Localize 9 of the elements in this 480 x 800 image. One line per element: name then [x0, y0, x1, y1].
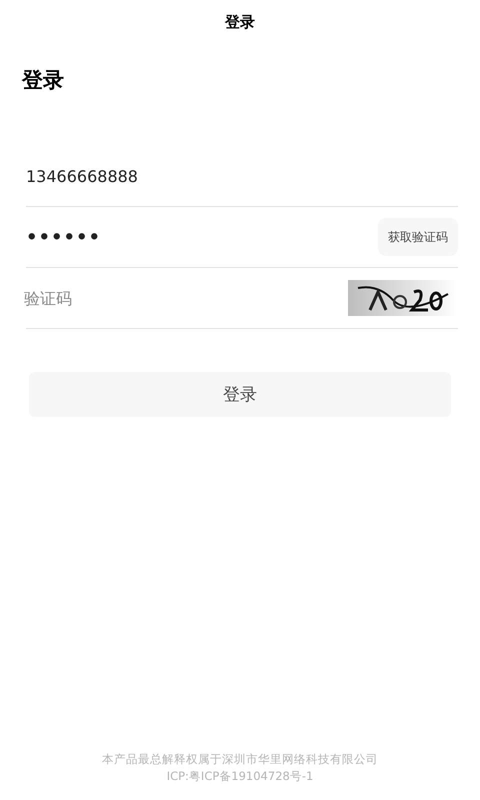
captcha-field[interactable]: 验证码 — [24, 283, 348, 313]
phone-field[interactable]: 13466668888 — [26, 161, 458, 191]
login-heading: 登录 — [22, 67, 65, 94]
page-title: 登录 — [225, 12, 255, 32]
footer-text: ICP:粤ICP备19104728号-1 — [166, 769, 314, 784]
footer-text: 本产品最总解释权属于深圳市华里网络科技有限公司 — [102, 752, 378, 767]
password-field[interactable]: •••••• — [26, 222, 378, 252]
login-button[interactable]: 登录 — [29, 372, 451, 417]
get-code-button[interactable]: 获取验证码 — [378, 218, 458, 256]
